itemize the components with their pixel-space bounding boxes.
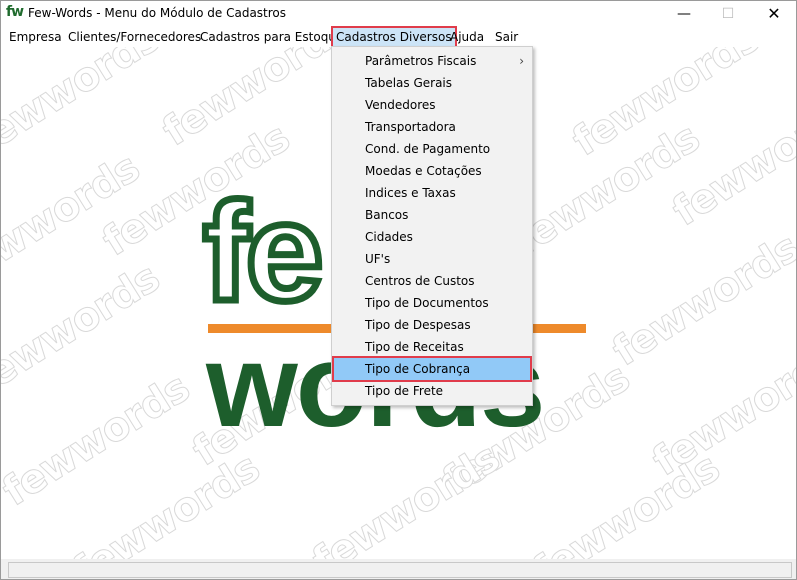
menu-item-label: Bancos — [365, 208, 409, 222]
cadastros-diversos-dropdown: Parâmetros Fiscais › Tabelas Gerais Vend… — [331, 46, 533, 406]
menu-cadastros-diversos[interactable]: Cadastros Diversos — [331, 26, 457, 48]
menu-item-label: Tipo de Cobrança — [365, 362, 471, 376]
menu-item-label: Vendedores — [365, 98, 436, 112]
menu-item-label: Indices e Taxas — [365, 186, 456, 200]
title-bar[interactable]: fw Few-Words - Menu do Módulo de Cadastr… — [1, 1, 796, 27]
menu-item-tabelas-gerais[interactable]: Tabelas Gerais — [334, 72, 530, 94]
status-panel — [8, 562, 792, 578]
status-bar — [1, 559, 796, 579]
menu-item-label: Tabelas Gerais — [365, 76, 453, 90]
menu-item-label: Parâmetros Fiscais — [365, 54, 477, 68]
minimize-button[interactable]: — — [662, 1, 706, 27]
chevron-right-icon: › — [519, 54, 524, 68]
menu-clientes-fornecedores[interactable]: Clientes/Fornecedores — [66, 27, 203, 47]
menu-item-label: Transportadora — [365, 120, 456, 134]
menu-item-ufs[interactable]: UF's — [334, 248, 530, 270]
menu-item-label: Tipo de Receitas — [365, 340, 464, 354]
maximize-button[interactable]: ☐ — [706, 1, 750, 27]
watermark-text: fewwords — [304, 434, 508, 559]
menu-item-tipo-frete[interactable]: Tipo de Frete — [334, 380, 530, 402]
watermark-text: fewwords — [644, 334, 796, 486]
menu-empresa[interactable]: Empresa — [7, 27, 64, 47]
menu-cadastros-estoque[interactable]: Cadastros para Estoque — [198, 27, 345, 47]
menu-item-label: Moedas e Cotações — [365, 164, 482, 178]
menu-item-tipo-cobranca[interactable]: Tipo de Cobrança — [332, 356, 532, 382]
menu-item-transportadora[interactable]: Transportadora — [334, 116, 530, 138]
menu-item-label: Tipo de Frete — [365, 384, 444, 398]
menu-sair[interactable]: Sair — [493, 27, 520, 47]
watermark-text: fewwords — [524, 444, 728, 559]
main-window: fw Few-Words - Menu do Módulo de Cadastr… — [0, 0, 797, 580]
menu-item-tipo-receitas[interactable]: Tipo de Receitas — [334, 336, 530, 358]
menu-item-label: Centros de Custos — [365, 274, 475, 288]
menu-item-label: Tipo de Despesas — [365, 318, 471, 332]
menu-item-cond-pagamento[interactable]: Cond. de Pagamento — [334, 138, 530, 160]
menu-item-label: UF's — [365, 252, 391, 266]
menu-item-label: Cond. de Pagamento — [365, 142, 491, 156]
menu-item-centros-custos[interactable]: Centros de Custos — [334, 270, 530, 292]
watermark-text: fewwords — [1, 47, 168, 166]
menu-item-label: Cidades — [365, 230, 413, 244]
app-logo-icon: fw — [6, 4, 24, 20]
menu-item-label: Tipo de Documentos — [365, 296, 489, 310]
menu-item-bancos[interactable]: Bancos — [334, 204, 530, 226]
menu-ajuda[interactable]: Ajuda — [448, 27, 486, 47]
menu-item-cidades[interactable]: Cidades — [334, 226, 530, 248]
watermark-text: fewwords — [604, 224, 796, 376]
menu-item-vendedores[interactable]: Vendedores — [334, 94, 530, 116]
menu-item-moedas-cotacoes[interactable]: Moedas e Cotações — [334, 160, 530, 182]
close-button[interactable]: ✕ — [752, 1, 796, 27]
logo-top-text: fe — [199, 173, 327, 330]
menu-item-indices-taxas[interactable]: Indices e Taxas — [334, 182, 530, 204]
menu-item-tipo-despesas[interactable]: Tipo de Despesas — [334, 314, 530, 336]
menu-item-parametros-fiscais[interactable]: Parâmetros Fiscais › — [334, 50, 530, 72]
window-title: Few-Words - Menu do Módulo de Cadastros — [28, 6, 287, 20]
menu-item-tipo-documentos[interactable]: Tipo de Documentos — [334, 292, 530, 314]
menu-bar: Empresa Clientes/Fornecedores Cadastros … — [1, 26, 796, 48]
